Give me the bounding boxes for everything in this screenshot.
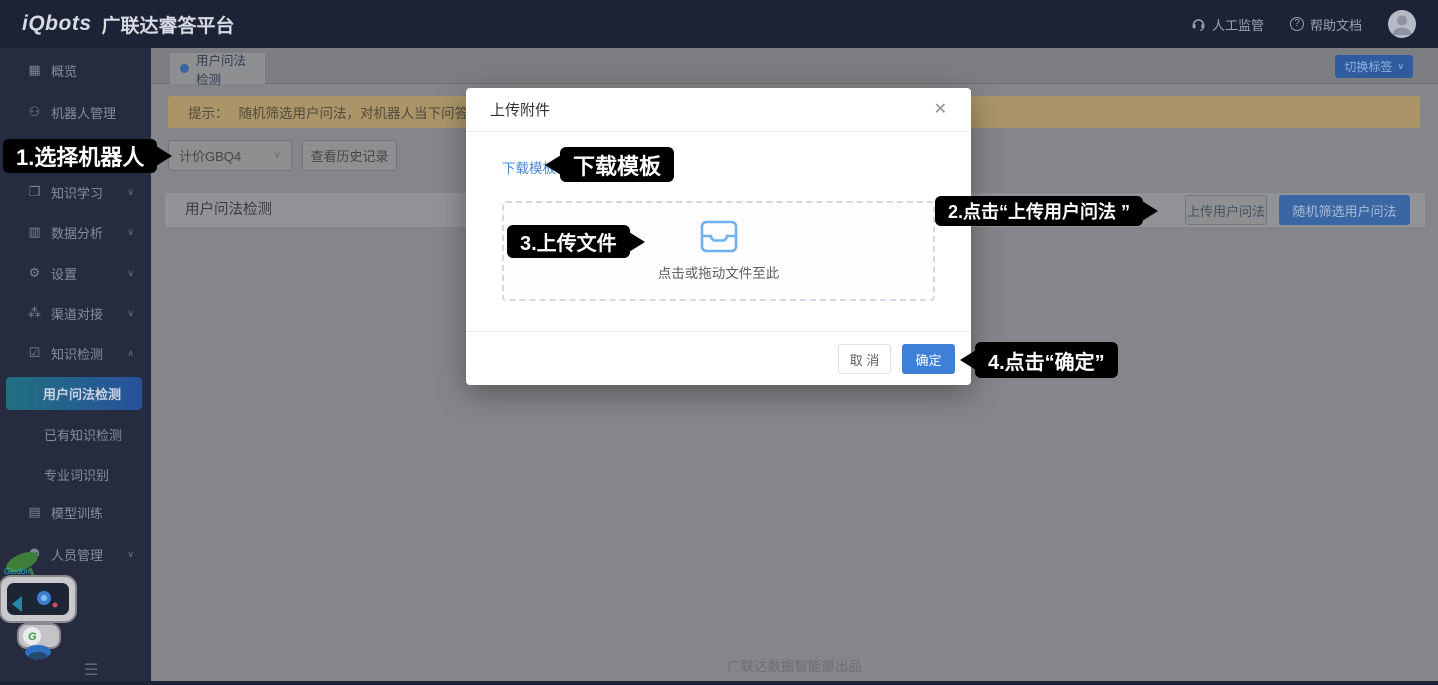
upload-user-question-button[interactable]: 上传用户问法 — [1185, 195, 1267, 225]
robot-icon: ⚇ — [27, 104, 42, 120]
svg-text:G: G — [28, 631, 37, 643]
cancel-button[interactable]: 取 消 — [838, 344, 891, 374]
sidebar-item-overview[interactable]: ▦ 概览 — [0, 59, 151, 81]
chevron-down-icon: ∨ — [127, 268, 134, 279]
dialog-header: 上传附件 ✕ — [466, 88, 971, 132]
brand-title: 广联达睿答平台 — [102, 11, 235, 38]
grid-icon: ▦ — [27, 62, 42, 78]
dropzone-hint: 点击或拖动文件至此 — [658, 262, 780, 282]
brand: iQbots 广联达睿答平台 — [22, 11, 235, 38]
chevron-down-icon: ∨ — [127, 227, 134, 238]
sidebar-subitem-professional-word-recognition[interactable]: 专业词识别 — [44, 465, 109, 484]
chevron-down-icon: ∨ — [127, 549, 134, 560]
svg-text:Glodon: Glodon — [4, 567, 30, 576]
tip-alert-label: 提示： — [188, 102, 229, 122]
chevron-down-icon: ∨ — [127, 187, 134, 198]
help-doc-link[interactable]: ? 帮助文档 — [1290, 15, 1362, 34]
switch-tab-button[interactable]: 切换标签 ∨ — [1335, 55, 1413, 78]
callout-step2-click-upload: 2.点击“上传用户问法 ” — [935, 196, 1143, 226]
page-footer: 广联达数据智能部出品 — [151, 655, 1438, 675]
clipboard-check-icon: ☑ — [27, 345, 42, 361]
header-right: 人工监管 ? 帮助文档 — [1191, 10, 1416, 38]
user-icon — [1388, 10, 1416, 38]
app-header: iQbots 广联达睿答平台 人工监管 ? 帮助文档 — [0, 0, 1438, 48]
sidebar-item-model-training[interactable]: ▤ 模型训练 — [0, 501, 151, 523]
confirm-button[interactable]: 确定 — [902, 344, 955, 374]
dialog-footer-divider — [466, 331, 971, 332]
model-icon: ▤ — [27, 504, 42, 520]
robot-select[interactable]: 计价GBQ4 ∨ — [168, 140, 292, 171]
robot-mascot: Glodon G — [0, 546, 96, 664]
menu-fold-icon[interactable]: ☰ — [84, 660, 98, 680]
avatar[interactable] — [1388, 10, 1416, 38]
close-icon[interactable]: ✕ — [934, 102, 947, 118]
callout-download-template: 下载模板 — [560, 147, 674, 182]
question-circle-icon: ? — [1290, 17, 1304, 31]
callout-step4-click-confirm: 4.点击“确定” — [975, 342, 1118, 378]
headset-icon — [1191, 17, 1206, 31]
sidebar-item-knowledge-learning[interactable]: ❐ 知识学习 ∨ — [0, 181, 151, 203]
sidebar-item-knowledge-check[interactable]: ☑ 知识检测 ∧ — [0, 342, 151, 364]
dialog-title: 上传附件 — [490, 99, 550, 120]
chevron-up-icon: ∧ — [127, 348, 134, 359]
book-icon: ❐ — [27, 184, 42, 200]
tab-label: 用户问法检测 — [196, 50, 255, 88]
view-history-button[interactable]: 查看历史记录 — [302, 140, 397, 171]
sidebar-item-settings[interactable]: ⚙ 设置 ∨ — [0, 262, 151, 284]
chevron-down-icon: ∨ — [274, 150, 281, 161]
robot-select-value: 计价GBQ4 — [179, 146, 241, 165]
gear-icon: ⚙ — [27, 265, 42, 281]
brand-logo: iQbots — [22, 12, 92, 36]
channel-icon: ⁂ — [27, 305, 42, 321]
sidebar-item-channel-connect[interactable]: ⁂ 渠道对接 ∨ — [0, 302, 151, 324]
chart-icon: ▥ — [27, 224, 42, 240]
help-doc-label: 帮助文档 — [1310, 15, 1362, 34]
sidebar-item-data-analysis[interactable]: ▥ 数据分析 ∨ — [0, 221, 151, 243]
chevron-down-icon: ∨ — [127, 308, 134, 319]
tab-user-question-check[interactable]: 用户问法检测 — [170, 53, 265, 84]
chevron-down-icon: ∨ — [1397, 61, 1404, 72]
bottom-strip — [0, 681, 1438, 685]
sidebar-subitem-user-question-check[interactable]: 用户问法检测 — [6, 377, 142, 410]
manual-supervision-link[interactable]: 人工监管 — [1191, 15, 1264, 34]
inbox-upload-icon — [700, 220, 738, 253]
random-filter-question-button[interactable]: 随机筛选用户问法 — [1279, 195, 1410, 225]
callout-step1-select-robot: 1.选择机器人 — [3, 139, 157, 173]
section-title: 用户问法检测 — [185, 193, 272, 227]
manual-supervision-label: 人工监管 — [1212, 15, 1264, 34]
callout-step3-upload-file: 3.上传文件 — [507, 225, 630, 258]
tab-bar: 用户问法检测 切换标签 ∨ — [151, 48, 1438, 84]
tab-dot-icon — [180, 64, 189, 73]
sidebar-subitem-existing-knowledge-check[interactable]: 已有知识检测 — [44, 425, 122, 444]
sidebar-item-robot-management[interactable]: ⚇ 机器人管理 — [0, 101, 151, 123]
